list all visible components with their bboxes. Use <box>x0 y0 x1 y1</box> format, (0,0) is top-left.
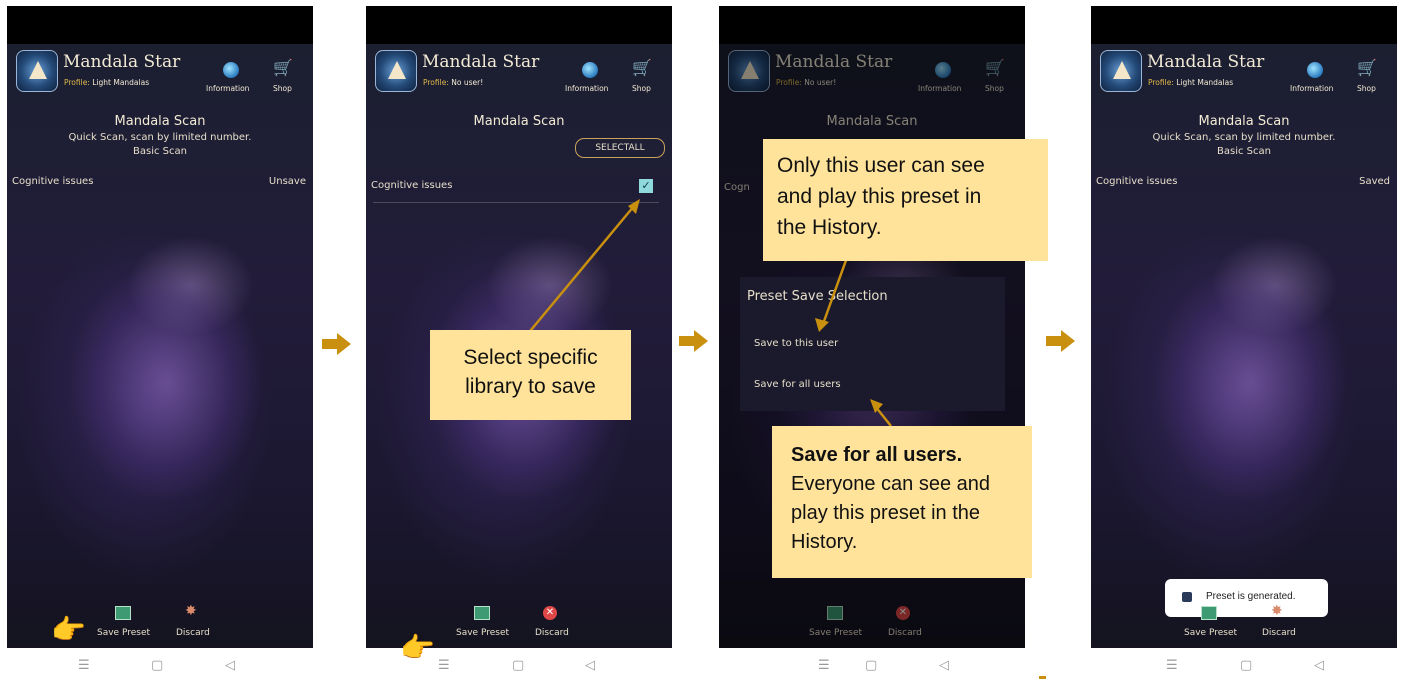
globe-icon[interactable] <box>223 62 239 78</box>
scan-title: Mandala Scan <box>1198 114 1290 129</box>
save-status: Unsave <box>268 176 306 187</box>
all-users-callout: Save for all users. Everyone can see and… <box>772 426 1032 578</box>
basic-scan-text: Basic Scan <box>1217 146 1271 157</box>
profile-prefix: Profile: <box>1148 78 1174 87</box>
save-box-icon[interactable] <box>1201 606 1217 620</box>
information-button-label[interactable]: Information <box>1290 84 1333 93</box>
app-small-icon <box>1182 592 1192 602</box>
system-nav-bar: ☰ ▢ ◁ <box>7 648 313 686</box>
system-nav-bar: ☰ ▢ ◁ <box>1091 648 1397 686</box>
callout-line-1: Only this user can see <box>777 154 985 177</box>
home-icon[interactable]: ▢ <box>151 658 163 673</box>
menu-icon[interactable]: ☰ <box>1166 658 1178 673</box>
callout-line-2: and play this preset in <box>777 185 982 208</box>
menu-icon[interactable]: ☰ <box>78 658 90 673</box>
callout-line-1: Select specific <box>463 346 598 369</box>
save-box-icon[interactable] <box>115 606 131 620</box>
bottom-action-bar: Save Preset ✸ Discard <box>1091 603 1397 646</box>
broom-icon[interactable]: ✸ <box>185 603 199 619</box>
shop-button-label[interactable]: Shop <box>273 84 292 93</box>
phone-screen-4: Mandala Star Profile: Light Mandalas Inf… <box>1091 6 1397 686</box>
callout-line-3: the History. <box>777 216 882 239</box>
mandala-star-logo <box>16 50 58 92</box>
pointing-hand-icon: 👉 <box>51 613 86 646</box>
callout-pointer-lines <box>815 251 892 427</box>
cognitive-issues-label[interactable]: Cognitive issues <box>1096 176 1177 187</box>
pointing-hand-icon: 👉 <box>400 631 435 664</box>
profile-name: Light Mandalas <box>92 78 150 87</box>
callout-line-2: library to save <box>465 375 596 398</box>
profile-prefix: Profile: <box>64 78 90 87</box>
toast-message: Preset is generated. <box>1206 591 1296 602</box>
callout-line-1: Everyone can see and <box>791 473 991 495</box>
broom-icon[interactable]: ✸ <box>1271 603 1285 619</box>
cart-icon[interactable]: 🛒 <box>1357 60 1377 76</box>
cognitive-issues-label[interactable]: Cognitive issues <box>12 176 93 187</box>
discard-button[interactable]: Discard <box>176 628 210 638</box>
save-status: Saved <box>1359 176 1390 187</box>
phone-screen-3: Mandala Star Profile: No user! Informati… <box>719 6 1025 686</box>
save-preset-button[interactable]: Save Preset <box>97 628 150 638</box>
app-screen: Mandala Star Profile: Light Mandalas Inf… <box>7 44 313 648</box>
orange-dash-mark <box>1039 676 1046 679</box>
quick-scan-text: Quick Scan, scan by limited number. <box>1152 132 1336 143</box>
back-icon[interactable]: ◁ <box>225 658 235 673</box>
back-icon[interactable]: ◁ <box>1314 658 1324 673</box>
select-library-callout: Select specific library to save <box>430 330 631 420</box>
profile-line: Profile: Light Mandalas <box>64 78 149 87</box>
information-button-label[interactable]: Information <box>206 84 249 93</box>
discard-button[interactable]: Discard <box>1262 628 1296 638</box>
phone-screen-1: Mandala Star Profile: Light Mandalas Inf… <box>7 6 313 686</box>
this-user-callout: Only this user can see and play this pre… <box>763 139 1048 261</box>
save-preset-button[interactable]: Save Preset <box>1184 628 1237 638</box>
app-title: Mandala Star <box>63 52 181 72</box>
shop-button-label[interactable]: Shop <box>1357 84 1376 93</box>
callout-bold-title: Save for all users. <box>791 444 963 466</box>
mandala-star-logo <box>1100 50 1142 92</box>
home-icon[interactable]: ▢ <box>1240 658 1252 673</box>
app-title: Mandala Star <box>1147 52 1265 72</box>
cart-icon[interactable]: 🛒 <box>273 60 293 76</box>
profile-line: Profile: Light Mandalas <box>1148 78 1233 87</box>
globe-icon[interactable] <box>1307 62 1323 78</box>
basic-scan-text: Basic Scan <box>133 146 187 157</box>
callout-line-2: play this preset in the <box>791 502 980 524</box>
app-screen: Mandala Star Profile: Light Mandalas Inf… <box>1091 44 1397 648</box>
profile-name: Light Mandalas <box>1176 78 1234 87</box>
quick-scan-text: Quick Scan, scan by limited number. <box>68 132 252 143</box>
callout-line-3: History. <box>791 531 858 553</box>
scan-title: Mandala Scan <box>114 114 206 129</box>
